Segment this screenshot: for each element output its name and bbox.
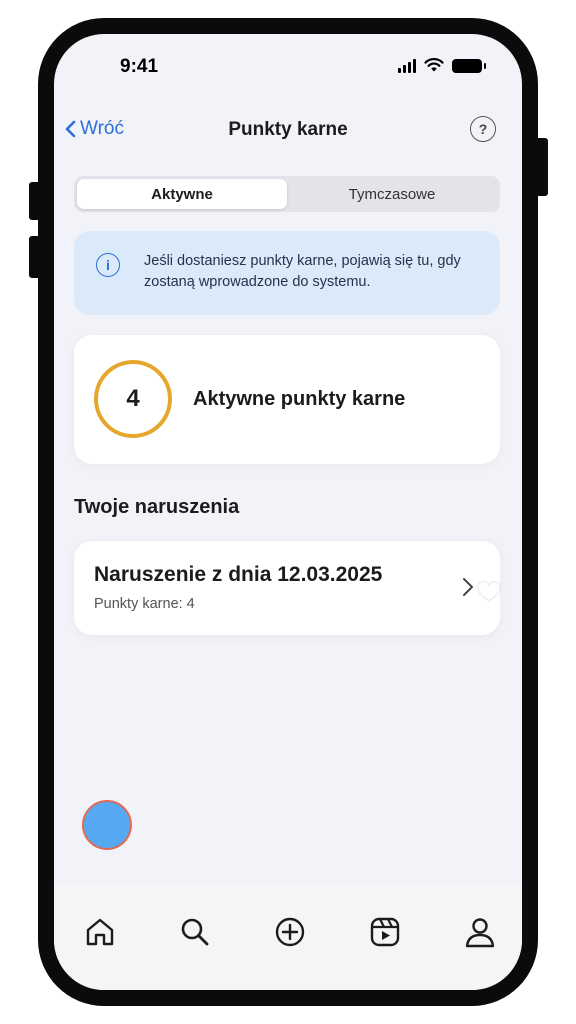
tab-aktywne[interactable]: Aktywne — [77, 179, 287, 209]
tab-profile[interactable] — [460, 912, 500, 952]
phone-screen: 9:41 Wróć Punkty karne ? Aktywne Tymczas… — [54, 34, 522, 990]
create-icon — [275, 917, 305, 947]
status-bar: 9:41 — [54, 34, 522, 100]
page-title: Punkty karne — [228, 119, 348, 140]
power-button — [532, 138, 548, 196]
status-time: 9:41 — [120, 56, 159, 77]
violation-item[interactable]: Naruszenie z dnia 12.03.2025 Punkty karn… — [74, 541, 501, 635]
tab-create[interactable] — [270, 912, 310, 952]
heart-icon — [477, 581, 501, 603]
violation-title: Naruszenie z dnia 12.03.2025 — [94, 563, 383, 586]
profile-icon — [465, 918, 495, 948]
tab-bar — [54, 884, 522, 990]
battery-icon — [452, 58, 486, 73]
info-text: Jeśli dostaniesz punkty karne, pojawią s… — [144, 253, 461, 290]
segmented-control: Aktywne Tymczasowe — [74, 176, 500, 212]
volume-down-button — [29, 236, 43, 278]
search-icon — [181, 918, 209, 946]
tab-reels[interactable] — [365, 912, 405, 952]
points-card: 4 Aktywne punkty karne — [74, 335, 500, 464]
help-icon: ? — [478, 121, 488, 137]
home-icon — [86, 918, 114, 946]
chevron-right-icon — [463, 578, 473, 596]
tab-home[interactable] — [80, 912, 120, 952]
violation-subtitle: Punkty karne: 4 — [94, 596, 195, 612]
volume-up-button — [29, 182, 43, 220]
wifi-icon — [424, 58, 444, 72]
floating-action-button[interactable] — [82, 800, 132, 850]
status-icons — [398, 58, 486, 73]
tab-search[interactable] — [175, 912, 215, 952]
info-banner: i Jeśli dostaniesz punkty karne, pojawią… — [74, 231, 500, 315]
violations-section-title: Twoje naruszenia — [74, 496, 240, 518]
tab-tymczasowe[interactable]: Tymczasowe — [287, 179, 497, 209]
nav-bar: Wróć Punkty karne ? — [54, 108, 522, 152]
points-count: 4 — [94, 360, 172, 438]
info-icon: i — [96, 253, 120, 277]
signal-icon — [398, 58, 416, 73]
help-button[interactable]: ? — [470, 116, 496, 142]
reels-icon — [370, 917, 400, 947]
points-label: Aktywne punkty karne — [193, 388, 406, 410]
